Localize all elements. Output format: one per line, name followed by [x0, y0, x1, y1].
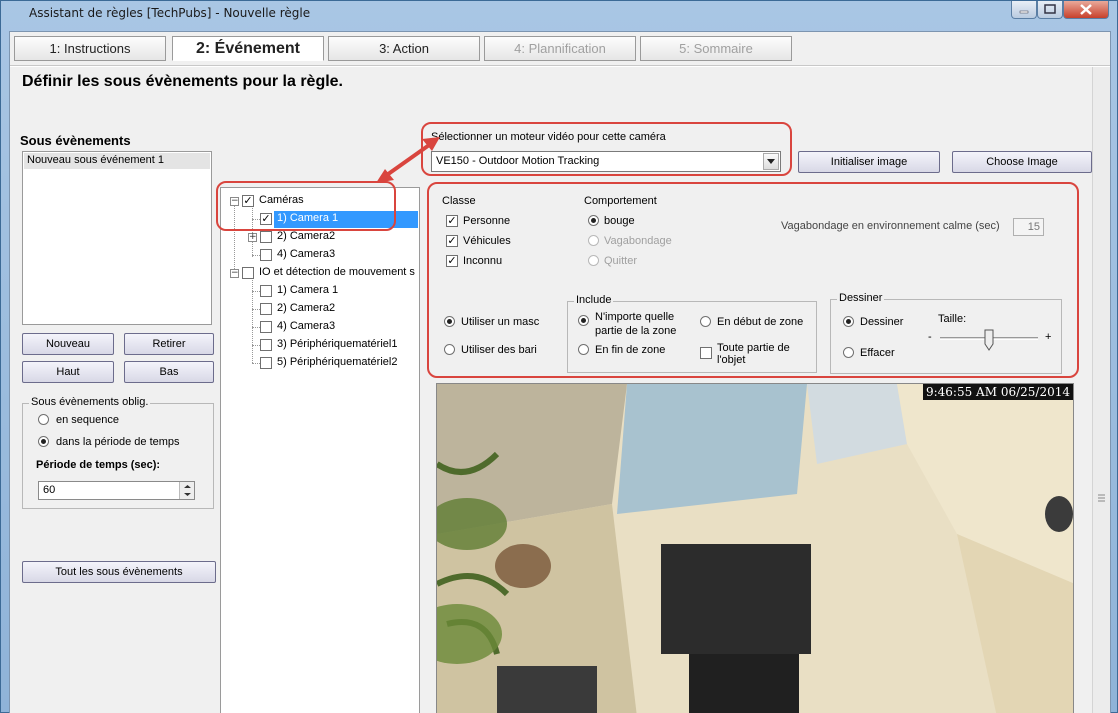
- tree-line: [252, 327, 260, 328]
- camera-image[interactable]: 9:46:55 AM 06/25/2014: [436, 383, 1074, 713]
- tab-strip: 1: Instructions 2: Événement 3: Action 4…: [10, 32, 1110, 66]
- expand-icon[interactable]: +: [248, 233, 257, 242]
- camera-scene-image: [437, 384, 1073, 713]
- event-pane: Définir les sous évènements pour la règl…: [10, 67, 1110, 713]
- tree-line: [252, 255, 260, 256]
- spin-buttons[interactable]: [179, 482, 194, 499]
- scroll-grip-icon: [1098, 494, 1105, 502]
- collapse-icon[interactable]: −: [230, 269, 239, 278]
- period-radio[interactable]: [38, 436, 49, 447]
- spin-arrows-icon: [184, 485, 191, 496]
- tree-checkbox[interactable]: [242, 267, 254, 279]
- tree-node-label[interactable]: 5) Périphériquematériel2: [277, 356, 397, 374]
- remove-button[interactable]: Retirer: [124, 333, 214, 355]
- tab-label: 5: Sommaire: [679, 41, 753, 56]
- tree-line: [252, 273, 253, 363]
- period-option-label: dans la période de temps: [56, 436, 180, 448]
- tab-instructions[interactable]: 1: Instructions: [14, 36, 166, 61]
- tab-label: 2: Événement: [195, 40, 301, 57]
- sub-events-list[interactable]: Nouveau sous événement 1: [22, 151, 212, 325]
- vertical-scrollbar[interactable]: [1092, 67, 1110, 713]
- tree-node-label[interactable]: 4) Camera3: [277, 248, 335, 266]
- device-tree[interactable]: − ✓ Caméras ✓ 1) Camera 1 + 2) Camera2 4…: [220, 187, 420, 713]
- tree-node-label[interactable]: 4) Camera3: [277, 320, 335, 338]
- tab-evenement[interactable]: 2: Événement: [172, 36, 324, 61]
- period-spinner[interactable]: 60: [38, 481, 195, 500]
- up-button[interactable]: Haut: [22, 361, 114, 383]
- window-title: Assistant de règles [TechPubs] - Nouvell…: [29, 6, 311, 20]
- tree-line: [252, 309, 260, 310]
- tab-sommaire: 5: Sommaire: [640, 36, 792, 61]
- tree-checkbox[interactable]: [260, 249, 272, 261]
- app-window: Assistant de règles [TechPubs] - Nouvell…: [0, 0, 1118, 713]
- page-heading: Définir les sous évènements pour la règl…: [22, 73, 343, 90]
- tab-label: 1: Instructions: [49, 41, 131, 56]
- tab-label: 4: Plannification: [514, 41, 606, 56]
- tree-node-label[interactable]: 2) Camera2: [277, 230, 335, 248]
- tree-node-label[interactable]: 1) Camera 1: [277, 284, 338, 302]
- tree-checkbox[interactable]: [260, 231, 272, 243]
- maximize-icon: [1044, 4, 1056, 14]
- sub-events-title: Sous évènements: [20, 133, 131, 148]
- sequence-radio[interactable]: [38, 414, 49, 425]
- all-sub-events-button[interactable]: Tout les sous évènements: [22, 561, 216, 583]
- init-image-button[interactable]: Initialiser image: [798, 151, 940, 173]
- period-value: 60: [43, 484, 56, 496]
- required-events-title: Sous évènements oblig.: [29, 396, 151, 408]
- down-button[interactable]: Bas: [124, 361, 214, 383]
- title-bar: Assistant de règles [TechPubs] - Nouvell…: [1, 1, 1117, 27]
- close-icon: [1080, 4, 1092, 15]
- tree-node-label[interactable]: 3) Périphériquematériel1: [277, 338, 397, 356]
- tree-checkbox[interactable]: [260, 357, 272, 369]
- annotation-engine-highlight: [421, 122, 792, 176]
- annotation-settings-highlight: [427, 182, 1079, 378]
- list-item[interactable]: Nouveau sous événement 1: [24, 153, 210, 169]
- video-timestamp: 9:46:55 AM 06/25/2014: [922, 384, 1073, 400]
- annotation-arrow-icon: [376, 137, 440, 183]
- new-button[interactable]: Nouveau: [22, 333, 114, 355]
- tree-line: [252, 291, 260, 292]
- choose-image-button[interactable]: Choose Image: [952, 151, 1092, 173]
- tree-checkbox[interactable]: [260, 321, 272, 333]
- tree-line: [252, 363, 260, 364]
- tree-checkbox[interactable]: [260, 303, 272, 315]
- tab-plannification: 4: Plannification: [484, 36, 636, 61]
- minimize-button[interactable]: [1011, 1, 1037, 19]
- tree-node-label[interactable]: IO et détection de mouvement s: [259, 266, 415, 284]
- tab-action[interactable]: 3: Action: [328, 36, 480, 61]
- wizard-client: 1: Instructions 2: Événement 3: Action 4…: [9, 31, 1111, 713]
- tree-node-label[interactable]: 2) Camera2: [277, 302, 335, 320]
- maximize-button[interactable]: [1037, 1, 1063, 19]
- tree-checkbox[interactable]: [260, 339, 272, 351]
- tree-line: [252, 345, 260, 346]
- sequence-label: en sequence: [56, 414, 119, 426]
- close-button[interactable]: [1063, 1, 1109, 19]
- minimize-icon: [1019, 10, 1029, 14]
- tree-checkbox[interactable]: [260, 285, 272, 297]
- tab-label: 3: Action: [379, 41, 429, 56]
- period-label: Période de temps (sec):: [36, 459, 161, 471]
